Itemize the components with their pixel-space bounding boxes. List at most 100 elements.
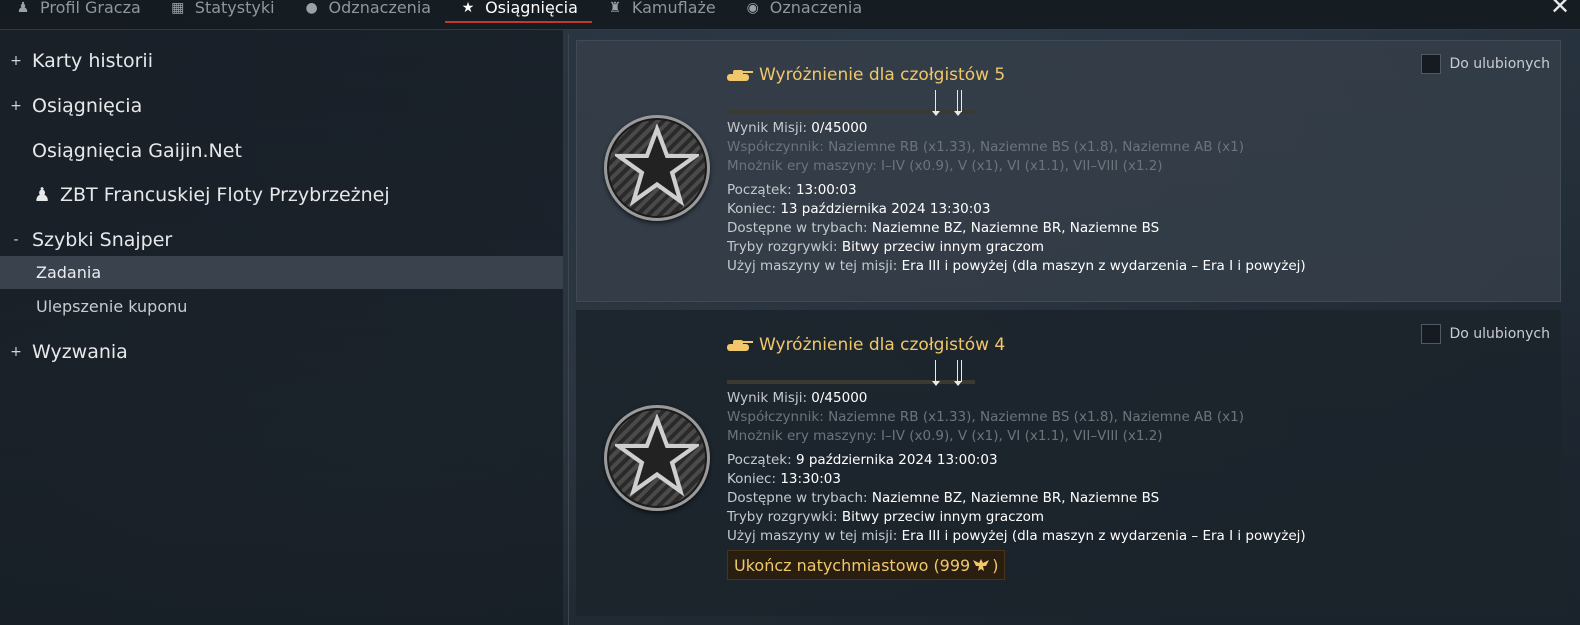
decal-icon: ◉ — [746, 0, 759, 16]
favorite-toggle[interactable]: Do ulubionych — [1421, 54, 1550, 74]
favorite-toggle[interactable]: Do ulubionych — [1421, 324, 1550, 344]
tab-player-profile[interactable]: ♟ Profil Gracza — [0, 0, 155, 23]
score-value: 0/45000 — [811, 390, 868, 406]
star-badge-icon — [615, 124, 699, 207]
task-card[interactable]: Wyróżnienie dla czołgistów 5 Wynik Misji… — [576, 40, 1561, 302]
modes-value: Naziemne BZ, Naziemne BR, Naziemne BS — [871, 220, 1160, 236]
nav-item-label: Ulepszenie kuponu — [36, 297, 188, 316]
star-badge-icon — [615, 414, 699, 497]
start-value: 9 października 2024 13:00:03 — [795, 452, 998, 468]
end-value: 13:30:03 — [780, 471, 841, 487]
progress-marker-1 — [932, 90, 941, 116]
tab-medals[interactable]: ● Odznaczenia — [289, 0, 446, 23]
vehicles-value: Era III i powyżej (dla maszyn z wydarzen… — [901, 258, 1306, 274]
score-label: Wynik Misji: — [727, 120, 807, 136]
medal-icon: ● — [305, 0, 318, 16]
favorite-checkbox[interactable] — [1421, 54, 1442, 74]
task-title: Wyróżnienie dla czołgistów 5 — [759, 65, 1006, 85]
end-label: Koniec: — [727, 471, 777, 487]
nav-item-zbt-french-navy[interactable]: ♟ ZBT Francuskiej Floty Przybrzeżnej — [0, 180, 563, 210]
nav-item-history-cards[interactable]: + Karty historii — [0, 46, 563, 76]
start-label: Początek: — [727, 182, 792, 198]
vehicles-label: Użyj maszyny w tej misji: — [727, 528, 898, 544]
game-modes-label: Tryby rozgrywki: — [727, 509, 838, 525]
top-tab-bar: ♟ Profil Gracza ▦ Statystyki ● Odznaczen… — [0, 0, 1580, 30]
nav-item-achievements[interactable]: + Osiągnięcia — [0, 91, 563, 121]
task-card[interactable]: Wyróżnienie dla czołgistów 4 Wynik Misji… — [576, 310, 1561, 616]
tab-achievements[interactable]: ★ Osiągnięcia — [445, 0, 592, 23]
vehicles-value: Era III i powyżej (dla maszyn z wydarzen… — [901, 528, 1306, 544]
task-title: Wyróżnienie dla czołgistów 4 — [759, 335, 1006, 355]
start-value: 13:00:03 — [795, 182, 857, 198]
nav-item-label: Szybki Snajper — [32, 229, 173, 251]
modes-label: Dostępne w trybach: — [727, 220, 868, 236]
coefficient-text: Współczynnik: Naziemne RB (x1.33), Nazie… — [727, 409, 1244, 425]
tab-label: Oznaczenia — [769, 0, 863, 17]
tab-statistics[interactable]: ▦ Statystyki — [155, 0, 289, 23]
task-title-row: Wyróżnienie dla czołgistów 4 — [727, 335, 1005, 355]
era-multiplier-text: Mnożnik ery maszyny: I–IV (x0.9), V (x1)… — [727, 158, 1163, 174]
score-value: 0/45000 — [811, 120, 868, 136]
favorite-label: Do ulubionych — [1449, 326, 1550, 342]
golden-eagle-icon — [973, 559, 990, 571]
task-info: Wynik Misji: 0/45000 Współczynnik: Nazie… — [727, 389, 1306, 546]
tab-label: Kamuflaże — [631, 0, 716, 17]
progress-marker-2 — [954, 90, 962, 116]
tab-decals[interactable]: ◉ Oznaczenia — [730, 0, 876, 23]
nav-item-label: Osiągnięcia Gaijin.Net — [32, 140, 242, 162]
progress-bar — [727, 90, 975, 116]
camouflage-icon: ♜ — [608, 0, 622, 16]
statistics-icon: ▦ — [171, 0, 185, 16]
coefficient-text: Współczynnik: Naziemne RB (x1.33), Nazie… — [727, 139, 1244, 155]
modes-value: Naziemne BZ, Naziemne BR, Naziemne BS — [871, 490, 1160, 506]
achievement-badge — [604, 405, 710, 511]
close-icon[interactable]: ✕ — [1548, 0, 1572, 18]
game-modes-value: Bitwy przeciw innym graczom — [841, 239, 1045, 255]
nav-item-quick-sniper[interactable]: - Szybki Snajper — [0, 225, 563, 255]
complete-button-label: Ukończ natychmiastowo (999 — [734, 555, 971, 575]
nav-item-tasks[interactable]: Zadania — [0, 256, 563, 289]
nav-item-label: Osiągnięcia — [32, 95, 143, 117]
left-nav: + Karty historii + Osiągnięcia Osiągnięc… — [0, 30, 563, 625]
complete-button-suffix: ) — [992, 555, 999, 575]
complete-instantly-button[interactable]: Ukończ natychmiastowo (999 ) — [727, 550, 1006, 580]
nav-item-label: Karty historii — [32, 50, 153, 72]
game-modes-value: Bitwy przeciw innym graczom — [841, 509, 1045, 525]
nav-item-challenges[interactable]: + Wyzwania — [0, 337, 563, 367]
pawn-icon: ♟ — [33, 184, 51, 206]
nav-item-coupon-upgrade[interactable]: Ulepszenie kuponu — [0, 290, 563, 323]
achievement-badge — [604, 115, 710, 221]
era-multiplier-text: Mnożnik ery maszyny: I–IV (x0.9), V (x1)… — [727, 428, 1163, 444]
progress-marker-1 — [932, 360, 941, 386]
tab-label: Statystyki — [194, 0, 275, 17]
end-label: Koniec: — [727, 201, 777, 217]
expand-icon: + — [10, 98, 22, 114]
favorite-checkbox[interactable] — [1421, 324, 1442, 344]
star-icon: ★ — [461, 0, 475, 16]
nav-item-label: Zadania — [36, 263, 102, 282]
tab-camouflages[interactable]: ♜ Kamuflaże — [592, 0, 730, 23]
task-info: Wynik Misji: 0/45000 Współczynnik: Nazie… — [727, 119, 1306, 276]
collapse-icon: - — [13, 232, 19, 248]
nav-item-label: Wyzwania — [32, 341, 128, 363]
progress-marker-2 — [954, 360, 962, 386]
tank-icon — [727, 340, 753, 351]
tab-label: Profil Gracza — [40, 0, 141, 17]
progress-bar — [727, 360, 975, 386]
tab-label: Odznaczenia — [328, 0, 432, 17]
tab-label: Osiągnięcia — [485, 0, 578, 17]
expand-icon: + — [10, 344, 22, 360]
task-list-panel: Wyróżnienie dla czołgistów 5 Wynik Misji… — [568, 34, 1568, 625]
score-label: Wynik Misji: — [727, 390, 807, 406]
expand-icon: + — [10, 53, 22, 69]
modes-label: Dostępne w trybach: — [727, 490, 868, 506]
favorite-label: Do ulubionych — [1449, 56, 1550, 72]
vehicles-label: Użyj maszyny w tej misji: — [727, 258, 898, 274]
task-title-row: Wyróżnienie dla czołgistów 5 — [727, 65, 1005, 85]
nav-item-gaijin-achievements[interactable]: Osiągnięcia Gaijin.Net — [0, 136, 563, 166]
nav-item-label: ZBT Francuskiej Floty Przybrzeżnej — [60, 184, 390, 206]
player-profile-icon: ♟ — [16, 0, 30, 16]
tank-icon — [727, 70, 753, 81]
start-label: Początek: — [727, 452, 792, 468]
game-modes-label: Tryby rozgrywki: — [727, 239, 838, 255]
